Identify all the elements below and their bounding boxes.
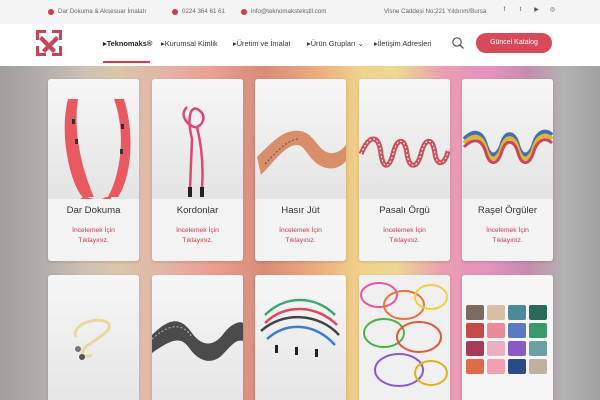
nav-kurumsal-kimlik[interactable]: ▸Kurumsal Kimlik	[161, 39, 218, 48]
email-info[interactable]: info@teknomakstekstil.com	[241, 8, 326, 15]
address-info: Visne Caddesi No:221 Yıldırım/Bursa	[384, 8, 487, 15]
elastic-cord-photo	[48, 275, 139, 400]
product-card-dar-dokuma[interactable]: Dar Dokuma İncelemek İçin Tıklayınız.	[48, 79, 139, 261]
webbing-photo	[48, 79, 139, 206]
webbing-rolls-photo	[462, 275, 553, 400]
round-elastic-photo	[359, 275, 450, 400]
card-title[interactable]: Pasalı Örgü	[359, 205, 450, 216]
braided-tape-photo	[359, 79, 450, 199]
card-cta[interactable]: İncelemek İçin Tıklayınız.	[48, 226, 139, 246]
phone-info[interactable]: 0224 364 61 61	[172, 8, 225, 15]
email-icon	[241, 8, 247, 15]
card-cta[interactable]: İncelemek İçin Tıklayınız.	[462, 226, 553, 246]
card-title[interactable]: Hasır Jüt	[255, 205, 346, 216]
product-card-row2-5[interactable]	[462, 275, 553, 400]
active-nav-indicator	[103, 61, 150, 63]
card-title[interactable]: Raşel Örgüler	[462, 205, 553, 216]
card-title[interactable]: Dar Dokuma	[48, 205, 139, 216]
card-cta[interactable]: İncelemek İçin Tıklayınız.	[359, 226, 450, 246]
drawcord-photo	[255, 275, 346, 400]
top-info-bar: Dar Dokuma & Aksesuar İmalatı 0224 364 6…	[0, 0, 600, 24]
instagram-icon[interactable]: ◎	[549, 7, 556, 14]
nav-uretim-imalat[interactable]: ▸Üretim ve İmalat	[233, 39, 291, 48]
card-title[interactable]: Kordonlar	[152, 205, 243, 216]
cord-photo	[152, 79, 243, 199]
nav-iletisim-adresleri[interactable]: ▸İletişim Adresleri	[374, 39, 432, 48]
teknomaks-logo[interactable]	[34, 28, 64, 58]
product-card-row2-2[interactable]	[152, 275, 243, 400]
product-card-rasel-orguler[interactable]: Raşel Örgüler İncelemek İçin Tıklayınız.	[462, 79, 553, 261]
jute-photo	[255, 79, 346, 199]
product-card-row2-4[interactable]	[359, 275, 450, 400]
raschel-tape-photo	[462, 79, 553, 199]
catalog-button[interactable]: Güncel Katalog	[476, 33, 552, 53]
tagline: Dar Dokuma & Aksesuar İmalatı	[48, 8, 146, 15]
globe-icon	[48, 8, 54, 15]
nav-teknomaks[interactable]: ▸Teknomaks®	[103, 39, 152, 48]
phone-icon	[172, 8, 178, 15]
nav-urun-gruplari[interactable]: ▸Ürün Grupları ⌄	[307, 39, 364, 48]
product-card-row2-3[interactable]	[255, 275, 346, 400]
twitter-icon[interactable]: t	[517, 7, 524, 14]
woven-tape-photo	[152, 275, 243, 400]
product-card-hasir-jut[interactable]: Hasır Jüt İncelemek İçin Tıklayınız.	[255, 79, 346, 261]
search-icon[interactable]	[451, 36, 465, 50]
social-links: f t ▶ ◎	[501, 7, 556, 14]
product-card-kordonlar[interactable]: Kordonlar İncelemek İçin Tıklayınız.	[152, 79, 243, 261]
card-cta[interactable]: İncelemek İçin Tıklayınız.	[152, 226, 243, 246]
chevron-down-icon: ⌄	[357, 39, 364, 48]
youtube-icon[interactable]: ▶	[533, 7, 540, 14]
product-card-pasali-orgu[interactable]: Pasalı Örgü İncelemek İçin Tıklayınız.	[359, 79, 450, 261]
facebook-icon[interactable]: f	[501, 7, 508, 14]
product-card-row2-1[interactable]	[48, 275, 139, 400]
card-cta[interactable]: İncelemek İçin Tıklayınız.	[255, 226, 346, 246]
